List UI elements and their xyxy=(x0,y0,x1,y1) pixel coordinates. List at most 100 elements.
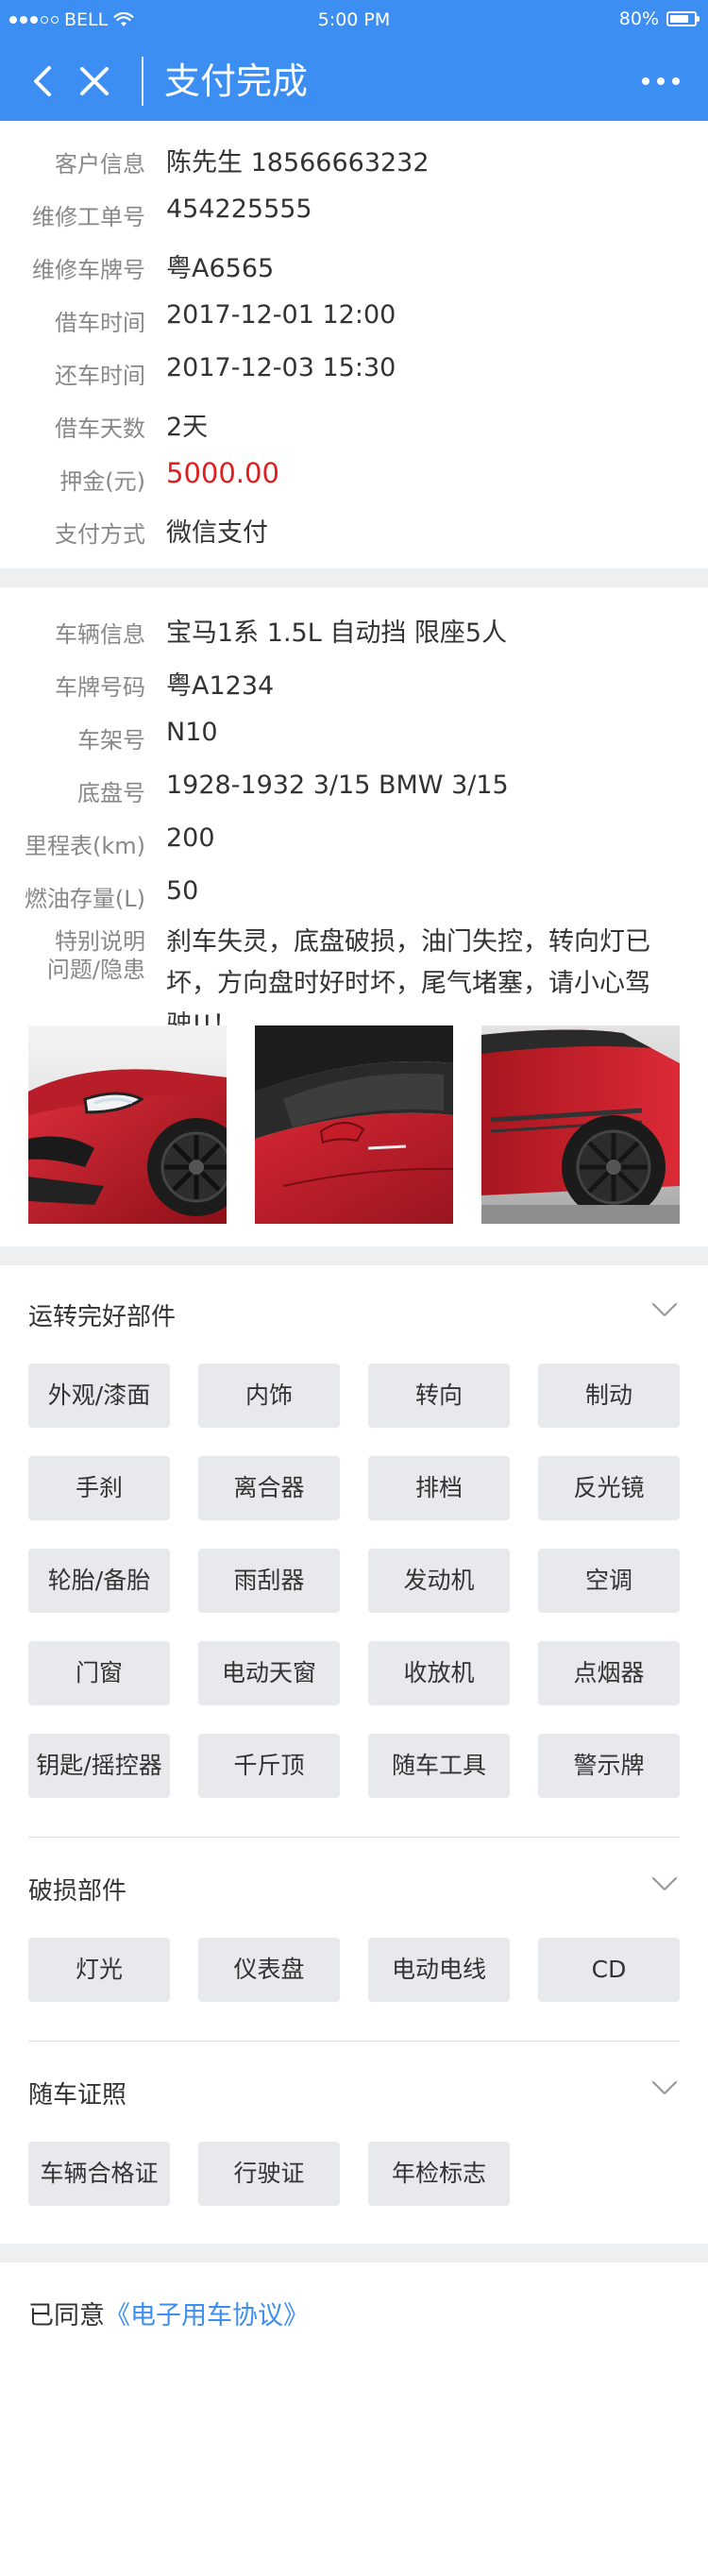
section-gap xyxy=(0,1246,708,1265)
chip-part[interactable]: 电动天窗 xyxy=(198,1641,340,1705)
info-row-work-order: 维修工单号 454225555 xyxy=(0,187,708,240)
chevron-down-icon[interactable] xyxy=(651,1875,678,1892)
remark-label-line1: 特别说明 xyxy=(55,928,145,955)
chip-part[interactable]: 发动机 xyxy=(368,1549,510,1613)
remark-label-line2: 问题/隐患 xyxy=(46,957,145,983)
info-row-deposit: 押金(元) 5000.00 xyxy=(0,451,708,504)
row-value: 陈先生 18566663232 xyxy=(166,148,430,178)
deposit-amount: 5000.00 xyxy=(166,457,279,489)
row-value: 2天 xyxy=(166,413,209,442)
chip-part[interactable]: 轮胎/备胎 xyxy=(28,1549,170,1613)
agreement-link[interactable]: 《电子用车协议》 xyxy=(105,2301,309,2330)
chip-part[interactable]: 空调 xyxy=(538,1549,680,1613)
chip-part[interactable]: 电动电线 xyxy=(368,1938,510,2002)
row-value: N10 xyxy=(166,718,218,747)
row-value: 1928-1932 3/15 BMW 3/15 xyxy=(166,771,509,800)
row-value: 50 xyxy=(166,876,199,906)
row-label: 车辆信息 xyxy=(55,621,145,648)
customer-info-section: 客户信息 陈先生 18566663232 维修工单号 454225555 维修车… xyxy=(0,134,708,568)
row-label: 维修车牌号 xyxy=(32,257,145,283)
chip-part[interactable]: CD xyxy=(538,1938,680,2002)
row-label: 支付方式 xyxy=(55,521,145,548)
chip-part[interactable]: 仪表盘 xyxy=(198,1938,340,2002)
info-row-days: 借车天数 2天 xyxy=(0,398,708,451)
agreement-prefix: 已同意 xyxy=(28,2301,105,2330)
info-row-customer: 客户信息 陈先生 18566663232 xyxy=(0,134,708,187)
row-label: 底盘号 xyxy=(77,780,145,806)
info-row-payment: 支付方式 微信支付 xyxy=(0,504,708,557)
more-icon[interactable] xyxy=(642,70,680,93)
info-row-return-time: 还车时间 2017-12-03 15:30 xyxy=(0,346,708,398)
chip-part[interactable]: 灯光 xyxy=(28,1938,170,2002)
car-photo-front-image xyxy=(28,1025,227,1224)
row-value: 200 xyxy=(166,823,215,853)
working-parts-header[interactable]: 运转完好部件 xyxy=(28,1294,680,1331)
info-row-chassis: 底盘号 1928-1932 3/15 BMW 3/15 xyxy=(0,763,708,816)
car-photo-rear[interactable] xyxy=(481,1025,680,1224)
chevron-down-icon[interactable] xyxy=(651,1301,678,1318)
chip-part[interactable]: 反光镜 xyxy=(538,1456,680,1520)
info-row-repair-plate: 维修车牌号 粤A6565 xyxy=(0,240,708,293)
agreement-line: 已同意《电子用车协议》 xyxy=(28,2295,309,2331)
chip-document[interactable]: 车辆合格证 xyxy=(28,2142,170,2206)
documents-header[interactable]: 随车证照 xyxy=(28,2072,680,2110)
nav-divider xyxy=(142,57,143,106)
row-label: 押金(元) xyxy=(59,468,145,495)
row-label: 还车时间 xyxy=(55,363,145,389)
row-value: 粤A6565 xyxy=(166,254,275,283)
chip-part[interactable]: 警示牌 xyxy=(538,1734,680,1798)
chip-part[interactable]: 转向 xyxy=(368,1364,510,1428)
row-label: 借车时间 xyxy=(55,310,145,336)
section-gap xyxy=(0,2244,708,2262)
close-icon[interactable] xyxy=(76,62,113,100)
row-value: 微信支付 xyxy=(166,518,268,548)
chip-part[interactable]: 手刹 xyxy=(28,1456,170,1520)
status-right: 80% xyxy=(618,8,700,29)
chip-part[interactable]: 外观/漆面 xyxy=(28,1364,170,1428)
battery-icon xyxy=(666,11,700,26)
chip-part[interactable]: 点烟器 xyxy=(538,1641,680,1705)
chevron-down-icon[interactable] xyxy=(651,2079,678,2096)
car-photo-front[interactable] xyxy=(28,1025,227,1224)
chip-part[interactable]: 钥匙/摇控器 xyxy=(28,1734,170,1798)
chip-part[interactable]: 离合器 xyxy=(198,1456,340,1520)
chip-part[interactable]: 门窗 xyxy=(28,1641,170,1705)
row-label: 客户信息 xyxy=(55,151,145,178)
chip-document[interactable]: 行驶证 xyxy=(198,2142,340,2206)
section-divider xyxy=(28,1837,680,1838)
back-icon[interactable] xyxy=(25,62,59,100)
row-value: 2017-12-03 15:30 xyxy=(166,353,396,382)
row-value: 454225555 xyxy=(166,195,312,224)
row-value: 粤A1234 xyxy=(166,671,275,701)
section-title: 运转完好部件 xyxy=(28,1303,177,1331)
status-bar: BELL 5:00 PM 80% xyxy=(0,0,708,42)
section-divider xyxy=(28,2041,680,2042)
chip-part[interactable]: 千斤顶 xyxy=(198,1734,340,1798)
chip-part[interactable]: 随车工具 xyxy=(368,1734,510,1798)
car-photo-side-image xyxy=(255,1025,453,1224)
chip-part[interactable]: 收放机 xyxy=(368,1641,510,1705)
section-title: 随车证照 xyxy=(28,2081,127,2110)
chip-document[interactable]: 年检标志 xyxy=(368,2142,510,2206)
vehicle-info-section: 车辆信息 宝马1系 1.5L 自动挡 限座5人 车牌号码 粤A1234 车架号 … xyxy=(0,604,708,1246)
status-time: 5:00 PM xyxy=(317,9,391,30)
app-header: BELL 5:00 PM 80% 支付完成 xyxy=(0,0,708,121)
row-label: 里程表(km) xyxy=(24,833,145,859)
chip-part[interactable]: 制动 xyxy=(538,1364,680,1428)
damaged-parts-header[interactable]: 破损部件 xyxy=(28,1868,680,1906)
chip-part[interactable]: 雨刮器 xyxy=(198,1549,340,1613)
chip-part[interactable]: 排档 xyxy=(368,1456,510,1520)
row-label: 借车天数 xyxy=(55,415,145,442)
car-photo-side[interactable] xyxy=(255,1025,453,1224)
row-value: 2017-12-01 12:00 xyxy=(166,300,396,330)
info-row-plate: 车牌号码 粤A1234 xyxy=(0,657,708,710)
info-row-vehicle: 车辆信息 宝马1系 1.5L 自动挡 限座5人 xyxy=(0,604,708,657)
car-photo-rear-image xyxy=(481,1025,680,1224)
battery-percent: 80% xyxy=(618,8,659,29)
row-label: 燃油存量(L) xyxy=(24,886,145,912)
row-value: 宝马1系 1.5L 自动挡 限座5人 xyxy=(166,619,508,648)
section-gap xyxy=(0,568,708,587)
chip-part[interactable]: 内饰 xyxy=(198,1364,340,1428)
row-label: 车架号 xyxy=(77,727,145,754)
info-row-remark: 特别说明 问题/隐患 刹车失灵，底盘破损，油门失控，转向灯已坏，方向盘时好时坏，… xyxy=(0,922,708,1040)
